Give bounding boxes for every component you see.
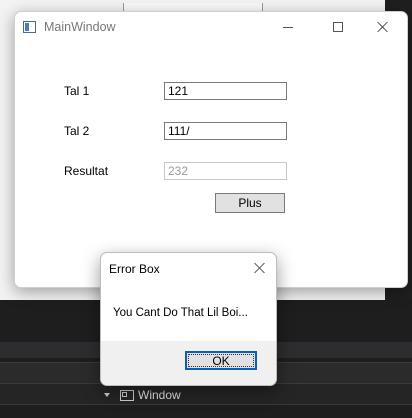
ide-band [0,384,412,404]
caret-down-icon[interactable] [104,393,110,397]
tal2-input[interactable]: 111/ [164,122,287,140]
window-title: MainWindow [44,20,116,34]
close-button[interactable] [360,12,406,42]
window-icon [120,389,134,401]
error-dialog: Error Box You Cant Do That Lil Boi... OK [100,252,277,386]
tal1-input[interactable]: 121 [164,82,287,100]
main-window: MainWindow Tal 1 121 Tal 2 111/ Resultat… [14,11,408,288]
resultat-label: Resultat [64,164,109,178]
error-message: You Cant Do That Lil Boi... [113,307,248,319]
error-dialog-title: Error Box [109,262,160,276]
tal2-label: Tal 2 [64,124,90,138]
ide-window-tab[interactable]: Window [104,388,181,402]
title-bar[interactable]: MainWindow [15,12,407,42]
minimize-icon [283,26,293,28]
maximize-button[interactable] [315,12,361,42]
plus-button[interactable]: Plus [215,193,285,213]
close-icon [377,21,389,33]
error-close-button[interactable] [245,253,275,283]
ide-window-tab-label: Window [138,388,181,402]
ok-button[interactable]: OK [185,351,257,370]
tal1-label: Tal 1 [64,84,90,98]
minimize-button[interactable] [265,12,311,42]
ide-divider [0,404,412,405]
maximize-icon [333,22,343,32]
error-dialog-footer: OK [101,341,276,385]
app-icon [23,21,36,33]
resultat-output: 232 [164,162,287,180]
close-icon [254,262,266,274]
